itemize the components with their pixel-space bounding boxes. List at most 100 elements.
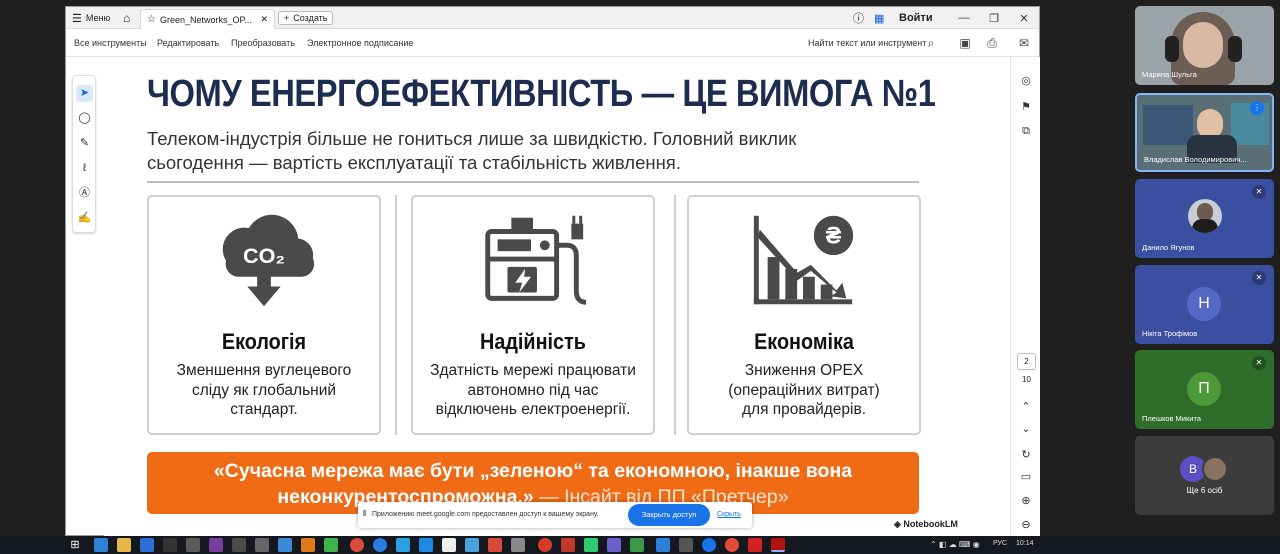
avatar-photo [1188,199,1222,233]
avatar-body [1192,219,1218,233]
acrobat-window: ☰ Меню ⌂ ☆ Green_Networks_OP... ✕ + Созд… [65,6,1040,537]
page-number-input[interactable]: 2 [1017,353,1036,370]
slide-subtitle: Телеком-індустрія більше не гониться лиш… [147,127,907,175]
app-icon[interactable] [630,538,644,552]
card-text-line: автономно під час [467,381,599,399]
system-tray-icons[interactable]: ⌃ ◧ ☁ ⌨ ◉ [930,538,990,552]
card-title: Надійність [480,329,586,354]
participant-tile[interactable]: Н ✕ Нікіта Трофімов [1135,265,1274,344]
rotate-icon[interactable]: ↻ [1018,447,1034,463]
zoom-in-icon[interactable]: ⊕ [1018,493,1034,509]
card-title: Екологія [221,329,307,354]
print-icon[interactable]: ⎙ [984,35,1000,51]
slide-page: ЧОМУ ЕНЕРГОЕФЕКТИВНІСТЬ — ЦЕ ВИМОГА №1 Т… [104,57,1010,537]
stop-sharing-button[interactable]: Закрыть доступ [628,504,710,526]
copy-icon[interactable]: ⧉ [1018,123,1034,139]
find-tool-label[interactable]: Найти текст или инструмент [808,38,926,48]
chevron-down-icon[interactable]: ⌄ [1018,421,1034,437]
pen-icon[interactable]: ✎ [76,135,93,152]
participant-name: Нікіта Трофімов [1142,329,1198,338]
participant-tile[interactable]: ✕ Данило Ягунов [1135,179,1274,258]
app-icon[interactable] [607,538,621,552]
filezilla-icon[interactable] [561,538,575,552]
app-icon[interactable] [163,538,177,552]
acrobat-icon[interactable] [771,538,785,552]
more-participants-tile[interactable]: В Ще 6 осіб [1135,436,1274,515]
chrome-icon[interactable] [725,538,739,552]
avatar: П [1187,372,1221,406]
signature-icon[interactable]: ✍ [76,210,93,227]
document-viewport[interactable]: ЧОМУ ЕНЕРГОЕФЕКТИВНІСТЬ — ЦЕ ВИМОГА №1 Т… [104,57,1010,537]
app-icon[interactable] [656,538,670,552]
lasso-icon[interactable]: ℓ [76,160,93,177]
close-window-icon[interactable]: ✕ [1010,7,1038,29]
mic-off-icon: ✕ [1252,185,1266,199]
minimize-icon[interactable]: — [950,7,978,29]
chrome-icon[interactable] [350,538,364,552]
participant-face [1183,22,1223,68]
menu-edit[interactable]: Редактировать [157,38,219,48]
app-icon[interactable] [232,538,246,552]
edge-icon[interactable] [94,538,108,552]
quick-tools-panel: ➤ ◯ ✎ ℓ Ⓐ ✍ [72,75,96,233]
search-icon[interactable]: ⌕ [923,35,939,51]
maximize-icon[interactable]: ❐ [980,7,1008,29]
bookmark-icon[interactable]: ⚑ [1018,99,1034,115]
cursor-select-icon[interactable]: ➤ [76,85,93,102]
app-icon[interactable] [396,538,410,552]
app-icon[interactable] [679,538,693,552]
home-icon[interactable]: ⌂ [123,7,130,29]
vlc-icon[interactable] [301,538,315,552]
app-icon[interactable] [511,538,525,552]
menu-button[interactable]: ☰ Меню [72,7,110,29]
chevron-up-icon[interactable]: ⌃ [1018,399,1034,415]
participant-name: Марина Шульга [1142,70,1197,79]
app-icon[interactable] [186,538,200,552]
right-tools-rail: ◎ ⚑ ⧉ 2 10 ⌃ ⌄ ↻ ▭ ⊕ ⊖ [1010,57,1040,537]
menu-all-tools[interactable]: Все инструменты [74,38,147,48]
app-icon[interactable] [442,538,456,552]
avatar-photo [1202,456,1228,482]
app-icon[interactable] [373,538,387,552]
create-label: Создать [293,13,328,23]
app-icon[interactable] [488,538,502,552]
login-button[interactable]: Войти [899,7,933,29]
app-icon[interactable] [209,538,223,552]
page-fit-icon[interactable]: ▭ [1018,469,1034,485]
star-icon[interactable]: ☆ [147,14,156,25]
create-button[interactable]: + Создать [278,11,334,25]
menu-esign[interactable]: Электронное подписание [307,38,413,48]
app-icon[interactable] [324,538,338,552]
tab-document[interactable]: ☆ Green_Networks_OP... ✕ [140,9,275,29]
menu-convert[interactable]: Преобразовать [231,38,295,48]
app-icon[interactable] [140,538,154,552]
notebooklm-watermark: ◈ NotebookLM [894,519,958,530]
language-indicator[interactable]: РУС [993,540,1007,547]
help-icon[interactable]: ⓘ [853,7,864,29]
comment-icon[interactable]: ◯ [76,110,93,127]
ai-assistant-icon[interactable]: ◎ [1018,73,1034,89]
opera-icon[interactable] [538,538,552,552]
apps-grid-icon[interactable]: ▦ [874,7,884,29]
app-icon[interactable] [584,538,598,552]
app-icon[interactable] [702,538,716,552]
card-text-line: (операційних витрат) [728,381,880,399]
zoom-out-icon[interactable]: ⊖ [1018,517,1034,533]
app-icon[interactable] [465,538,479,552]
hide-link[interactable]: Скрыть [717,511,741,518]
participant-tile[interactable]: ⋮ Владислав Володимирович... [1135,93,1274,172]
telegram-icon[interactable] [419,538,433,552]
text-box-icon[interactable]: Ⓐ [76,185,93,202]
participant-tile[interactable]: Марина Шульга [1135,6,1274,85]
participant-tile[interactable]: П ✕ Плешков Микита [1135,350,1274,429]
windows-start-icon[interactable]: ⊞ [68,538,82,552]
app-icon[interactable] [255,538,269,552]
email-icon[interactable]: ✉ [1016,35,1032,51]
close-tab-icon[interactable]: ✕ [260,14,268,25]
app-icon[interactable] [748,538,762,552]
save-icon[interactable]: ▣ [957,35,973,51]
card-text-line: для провайдерів. [741,401,867,418]
app-icon[interactable] [278,538,292,552]
explorer-icon[interactable] [117,538,131,552]
clock[interactable]: 10:14 [1016,540,1034,547]
